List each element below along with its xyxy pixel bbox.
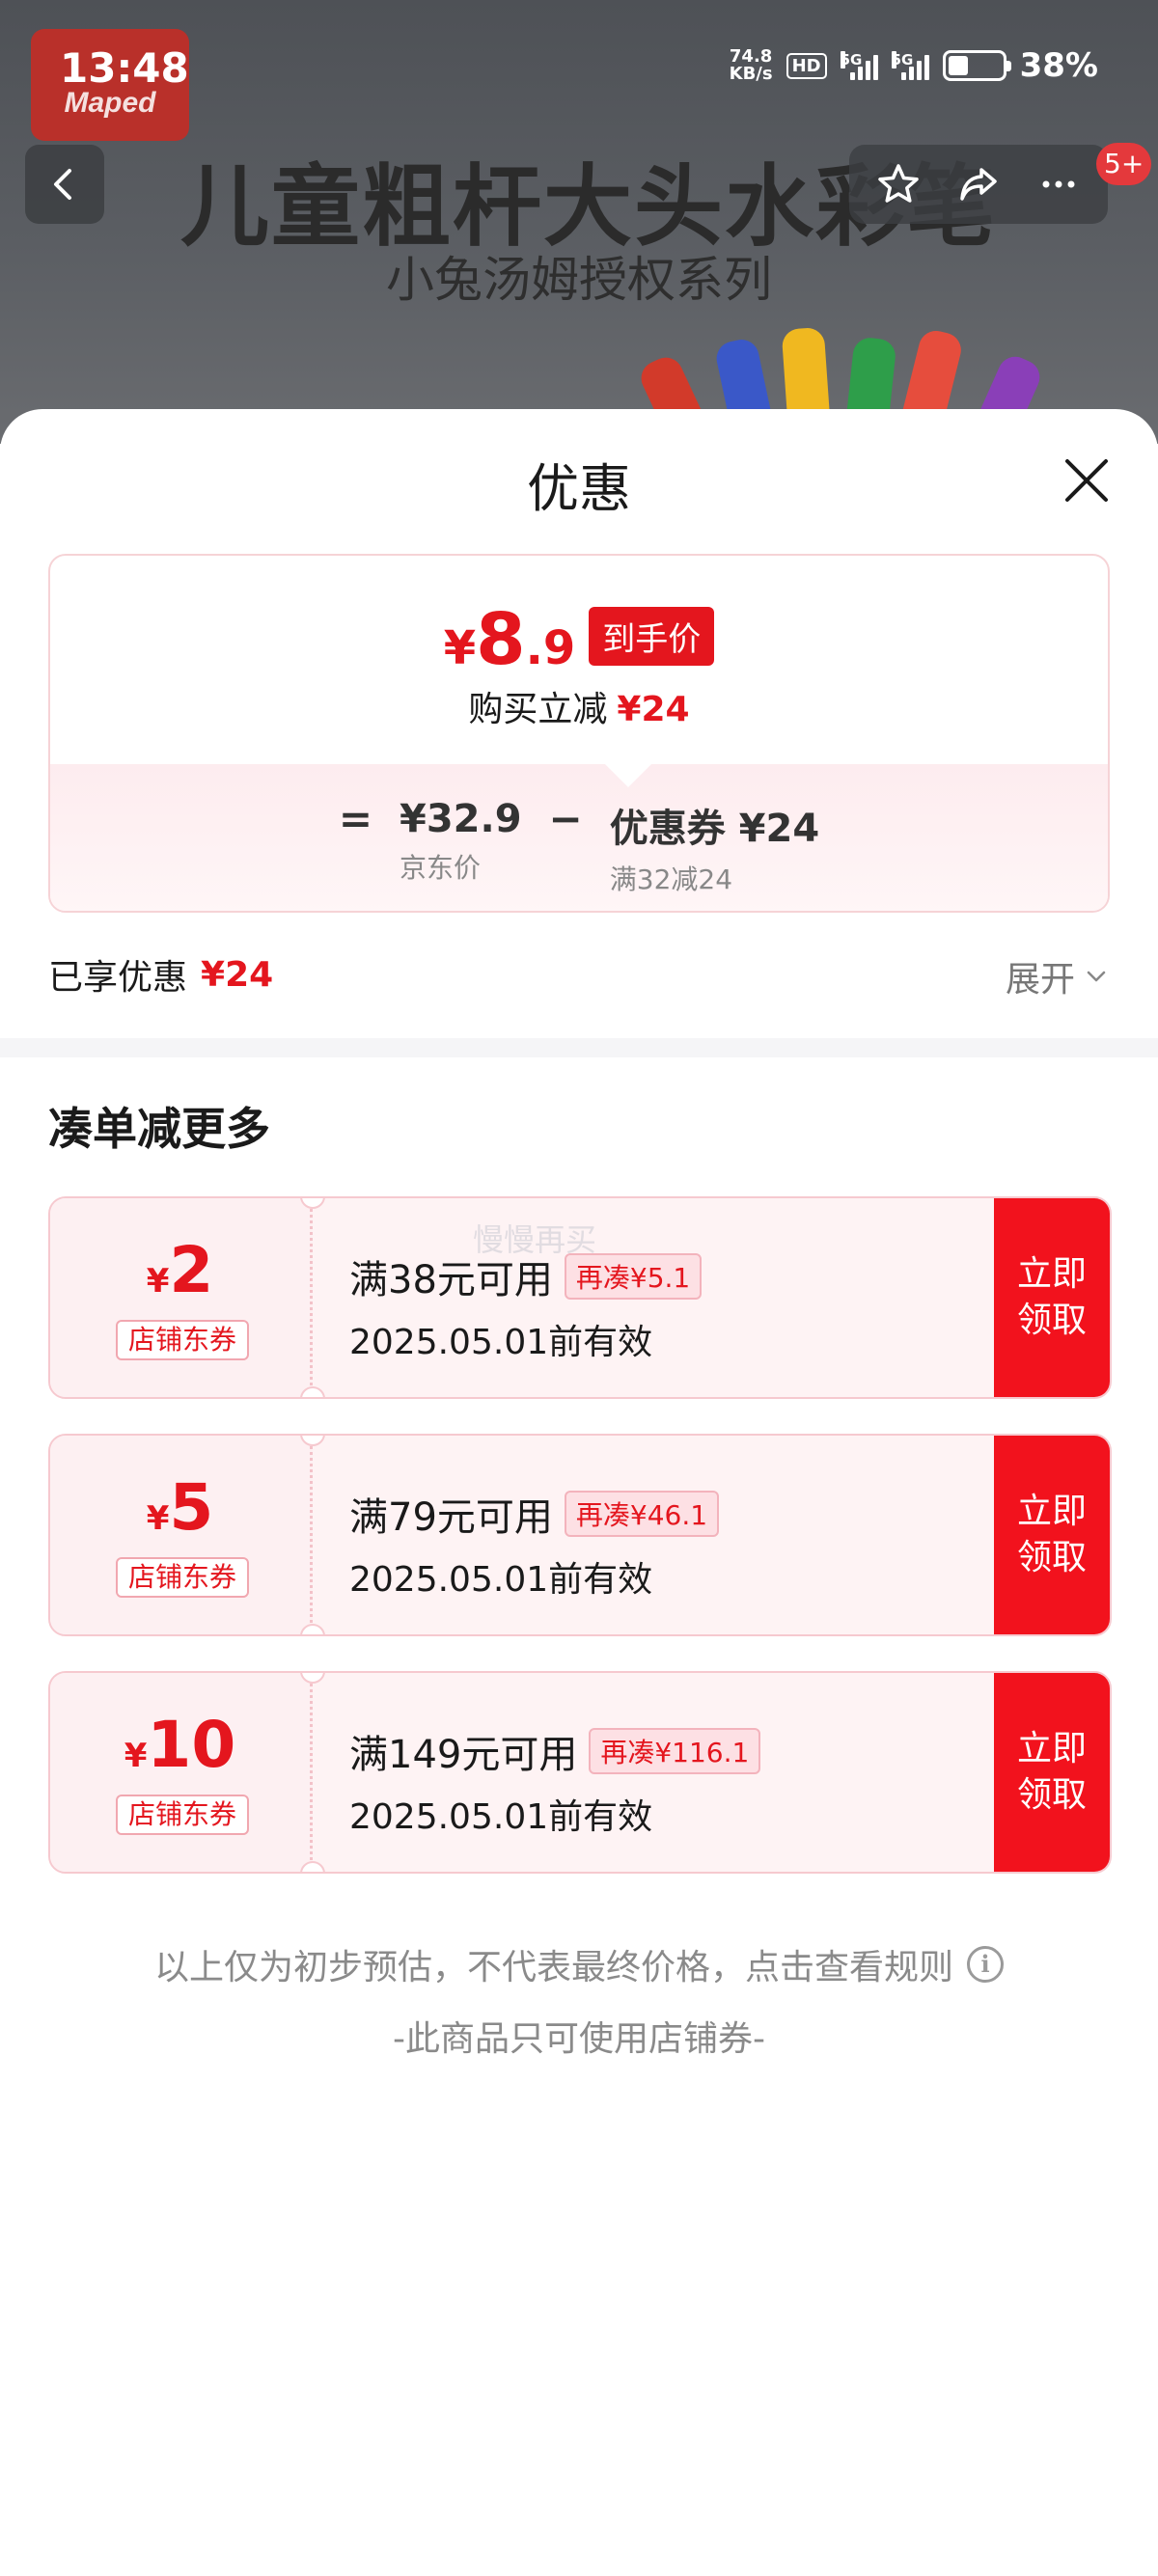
claim-coupon-button[interactable]: 立即领取 [994, 1673, 1110, 1872]
coupon-amount-value: 10 [147, 1708, 236, 1782]
coupon-info: 满38元可用 再凑¥5.1 2025.05.01前有效 [349, 1248, 977, 1364]
coupon-value-area: ¥2 店铺东券 [50, 1198, 313, 1397]
coupon-amount: ¥5 [50, 1476, 310, 1540]
price-formula: = ¥32.9 京东价 − 优惠券 ¥24 满32减24 [50, 795, 1108, 897]
coupon-currency: ¥ [124, 1737, 148, 1775]
claim-coupon-button[interactable]: 立即领取 [994, 1436, 1110, 1634]
equals-sign: = [338, 795, 373, 842]
info-icon: i [967, 1946, 1004, 1983]
coupon-amount: ¥10 [50, 1713, 310, 1777]
coupon-amount-value: 5 [169, 1470, 214, 1545]
coupon-item: 优惠券 ¥24 满32减24 [610, 797, 819, 897]
chevron-down-icon [1087, 971, 1106, 982]
coupon-condition-row: 满79元可用 再凑¥46.1 [349, 1486, 977, 1542]
final-price-currency: ¥ [443, 621, 477, 675]
discount-sheet: 优惠 ¥8.9 到手价 购买立减 ¥24 = ¥32.9 京东价 − 优惠券 ¥… [0, 409, 1158, 2576]
final-price-decimal: .9 [525, 621, 576, 675]
final-price-tag: 到手价 [589, 607, 715, 666]
coupon-type-badge: 店铺东券 [116, 1557, 249, 1598]
battery-fill [948, 56, 969, 75]
chevron-left-icon [54, 169, 71, 200]
final-price-section: ¥8.9 到手价 购买立减 ¥24 [50, 556, 1108, 764]
coupon-type-badge: 店铺东券 [116, 1320, 249, 1360]
sheet-title: 优惠 [527, 458, 631, 519]
more-discount-title: 凑单减更多 [48, 1103, 270, 1155]
favorite-button[interactable] [869, 155, 927, 213]
enjoyed-amount: ¥24 [201, 954, 274, 995]
share-icon [960, 168, 997, 201]
rules-note-link[interactable]: 以上仅为初步预估，不代表最终价格，点击查看规则 i [0, 1939, 1158, 1989]
battery-icon [942, 50, 1011, 81]
minus-sign: − [548, 795, 583, 842]
reduce-label: 购买立减 [468, 690, 608, 729]
coupon-notch [300, 1861, 325, 1872]
final-price-integer: 8 [476, 598, 526, 681]
purchase-reduction: 购买立减 ¥24 [50, 681, 1108, 731]
close-button[interactable] [1058, 452, 1116, 509]
enjoyed-discount-row: 已享优惠 ¥24 展开 [48, 945, 1110, 1003]
coupon-add-more-badge: 再凑¥116.1 [589, 1728, 761, 1774]
coupon-value-area: ¥5 店铺东券 [50, 1436, 313, 1634]
price-formula-section: = ¥32.9 京东价 − 优惠券 ¥24 满32减24 [50, 740, 1108, 911]
expand-label: 展开 [1005, 960, 1075, 1000]
jd-price-item: ¥32.9 京东价 [400, 797, 522, 886]
sim2-label: 5G [891, 51, 914, 69]
coupon-valid-date: 2025.05.01前有效 [349, 1560, 653, 1600]
coupon-valid-date: 2025.05.01前有效 [349, 1323, 653, 1362]
share-button[interactable] [950, 155, 1007, 213]
top-nav-actions [849, 145, 1108, 224]
shop-coupon-only-note: -此商品只可使用店铺券- [393, 2019, 765, 2059]
more-icon [1042, 180, 1075, 188]
message-badge: 5+ [1096, 143, 1152, 185]
product-subtitle: 小兔汤姆授权系列 [386, 252, 772, 308]
more-button[interactable] [1030, 155, 1088, 213]
coupon-condition-row: 满149元可用 再凑¥116.1 [349, 1723, 977, 1779]
star-icon [878, 164, 920, 203]
rules-note-text: 以上仅为初步预估，不代表最终价格，点击查看规则 [153, 1948, 953, 1987]
coupon-info: 满149元可用 再凑¥116.1 2025.05.01前有效 [349, 1723, 977, 1839]
reduce-amount: ¥24 [617, 690, 690, 729]
coupon-currency: ¥ [146, 1499, 170, 1538]
coupon-condition-row: 满38元可用 再凑¥5.1 [349, 1248, 977, 1304]
back-button[interactable] [25, 145, 104, 224]
sim1-label: 5G [840, 51, 863, 69]
network-speed-unit: KB/s [729, 64, 773, 84]
coupon-valid-date: 2025.05.01前有效 [349, 1797, 653, 1837]
coupon-rule: 满32减24 [609, 863, 733, 895]
signal-icon: 5G [891, 51, 929, 80]
coupon-notch [300, 1386, 325, 1397]
jd-price-label: 京东价 [400, 852, 482, 884]
network-speed: 74.8 KB/s [730, 48, 773, 83]
coupon-condition: 满149元可用 [349, 1733, 578, 1777]
expand-button[interactable]: 展开 [1006, 951, 1110, 1001]
coupon-amount: ¥2 [50, 1239, 310, 1302]
signal-icon: 5G [840, 51, 878, 80]
coupon-value: 优惠券 ¥24 [609, 807, 820, 851]
jd-price: ¥32.9 [400, 797, 522, 841]
final-price: ¥8.9 [444, 604, 576, 675]
price-summary-card: ¥8.9 到手价 购买立减 ¥24 = ¥32.9 京东价 − 优惠券 ¥24 满… [48, 554, 1110, 913]
coupon-type-badge: 店铺东券 [116, 1795, 249, 1835]
status-time: 13:48 [60, 44, 189, 92]
coupon-currency: ¥ [146, 1262, 170, 1301]
enjoyed-label: 已享优惠 [48, 958, 188, 998]
section-divider [0, 1038, 1158, 1057]
coupon-value-area: ¥10 店铺东券 [50, 1673, 313, 1872]
claim-coupon-button[interactable]: 立即领取 [994, 1198, 1110, 1397]
coupon-add-more-badge: 再凑¥46.1 [564, 1491, 720, 1537]
battery-percent: 38% [1019, 46, 1098, 85]
coupon-info: 满79元可用 再凑¥46.1 2025.05.01前有效 [349, 1486, 977, 1602]
coupon-card: ¥10 店铺东券 满149元可用 再凑¥116.1 2025.05.01前有效 … [48, 1671, 1112, 1874]
hd-icon: HD [786, 52, 827, 79]
status-icons: 74.8 KB/s HD 5G 5G 38% [730, 46, 1098, 85]
coupon-amount-value: 2 [169, 1233, 214, 1307]
final-price-row: ¥8.9 到手价 [50, 604, 1108, 675]
coupon-notch [300, 1624, 325, 1634]
close-icon [1065, 459, 1108, 502]
coupon-add-more-badge: 再凑¥5.1 [564, 1253, 703, 1300]
coupon-condition: 满79元可用 [349, 1495, 553, 1540]
coupon-card: ¥5 店铺东券 满79元可用 再凑¥46.1 2025.05.01前有效 立即领… [48, 1434, 1112, 1636]
watermark: 慢慢再买 [473, 1221, 597, 1258]
